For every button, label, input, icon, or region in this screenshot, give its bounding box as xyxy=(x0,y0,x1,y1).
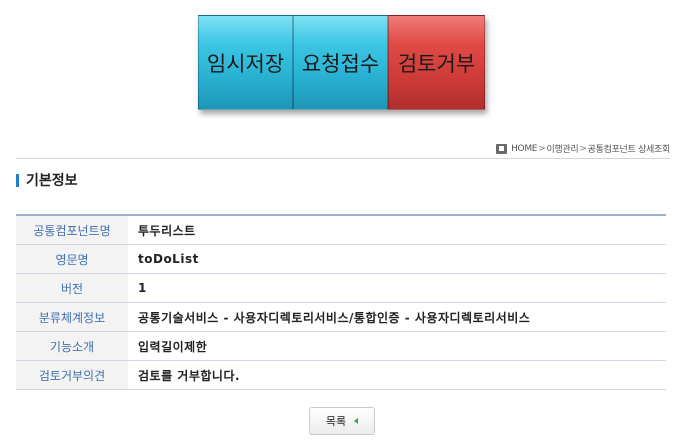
list-button[interactable]: 목록 xyxy=(309,407,375,435)
table-row: 분류체계정보 공통기술서비스 - 사용자디렉토리서비스/통합인증 - 사용자디렉… xyxy=(16,302,666,332)
request-receive-button[interactable]: 요청접수 xyxy=(293,15,388,110)
row-value: 투두리스트 xyxy=(128,215,666,245)
list-button-label: 목록 xyxy=(325,415,347,428)
row-value: 검토를 거부합니다. xyxy=(128,360,666,390)
row-value: 1 xyxy=(128,273,666,303)
temp-save-button[interactable]: 임시저장 xyxy=(198,15,293,110)
table-row: 영문명 toDoList xyxy=(16,244,666,274)
row-value: toDoList xyxy=(128,244,666,274)
row-label: 기능소개 xyxy=(16,331,128,361)
table-row: 버전 1 xyxy=(16,273,666,303)
divider xyxy=(16,158,670,159)
info-table: 공통컴포넌트명 투두리스트 영문명 toDoList 버전 1 분류체계정보 공… xyxy=(16,214,666,390)
title-bar-icon xyxy=(16,173,19,187)
breadcrumb-current: 공통컴포넌트 상세조회 xyxy=(587,145,671,155)
breadcrumb-separator: > xyxy=(579,143,587,154)
row-value: 공통기술서비스 - 사용자디렉토리서비스/통합인증 - 사용자디렉토리서비스 xyxy=(128,302,666,332)
section-title-text: 기본정보 xyxy=(26,173,78,189)
row-value: 입력길이제한 xyxy=(128,331,666,361)
arrow-left-icon xyxy=(354,418,359,424)
breadcrumb-home[interactable]: HOME xyxy=(511,144,537,154)
breadcrumb: HOME > 이행관리 > 공통컴포넌트 상세조회 xyxy=(496,142,670,155)
table-row: 기능소개 입력길이제한 xyxy=(16,331,666,361)
row-label: 영문명 xyxy=(16,244,128,274)
table-row: 검토거부의견 검토를 거부합니다. xyxy=(16,360,666,390)
row-label: 공통컴포넌트명 xyxy=(16,215,128,245)
row-label: 버전 xyxy=(16,273,128,303)
breadcrumb-level1[interactable]: 이행관리 xyxy=(546,142,578,155)
breadcrumb-separator: > xyxy=(538,143,546,154)
row-label: 분류체계정보 xyxy=(16,302,128,332)
section-title: 기본정보 xyxy=(16,170,78,190)
action-bar: 임시저장 요청접수 검토거부 xyxy=(198,15,485,110)
row-label: 검토거부의견 xyxy=(16,360,128,390)
table-row: 공통컴포넌트명 투두리스트 xyxy=(16,215,666,245)
review-reject-button[interactable]: 검토거부 xyxy=(388,15,485,110)
home-icon xyxy=(496,143,508,154)
